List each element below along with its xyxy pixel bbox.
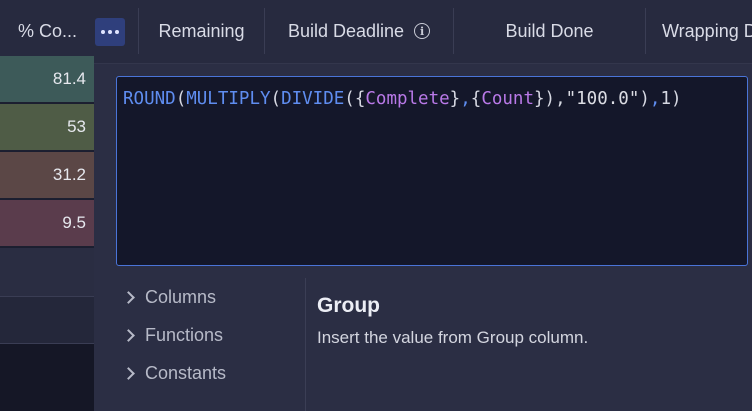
formula-reference-nav: Columns Functions Constants [116,278,306,411]
formula-token-col: Complete [365,89,450,109]
formula-token-p: { [470,89,482,109]
table-background [0,344,94,411]
cell-value: 31.2 [52,165,86,184]
table-cell-empty[interactable] [0,296,94,344]
column-header-label: Build Deadline [287,20,405,41]
formula-token-p: ( [270,89,282,109]
column-header-row: % Co... Remaining Build Deadline i Build… [0,0,752,64]
column-header-build-deadline[interactable]: Build Deadline i [265,8,454,54]
cell-value: 53 [67,117,86,136]
formula-token-p: } [449,89,461,109]
chevron-right-icon [122,366,135,380]
formula-token-fn: MULTIPLY [186,89,271,109]
formula-token-p: ({ [344,89,366,109]
formula-input[interactable]: ROUND(MULTIPLY(DIVIDE({Complete},{Count}… [116,76,748,266]
column-header-label: Build Done [505,20,594,41]
spreadsheet-view: % Co... Remaining Build Deadline i Build… [0,0,752,411]
formula-token-p: 1) [660,89,682,109]
column-header-build-done[interactable]: Build Done [454,8,646,54]
column-header-label: Wrapping D [662,20,752,41]
nav-item-label: Constants [145,362,227,383]
cell-value: 81.4 [52,69,86,88]
table-cell-percent[interactable]: 81.4 [0,56,94,103]
formula-token-col: Count [481,89,534,109]
column-header-wrapping-deadline[interactable]: Wrapping D [646,8,752,54]
table-cell-percent[interactable]: 53 [0,104,94,151]
chevron-right-icon [122,290,135,304]
column-header-label: Remaining [158,20,245,41]
nav-item-functions[interactable]: Functions [122,322,224,348]
ellipsis-icon [101,30,105,34]
cell-value: 9.5 [62,213,86,232]
formula-token-p: ) [639,89,650,109]
nav-item-constants[interactable]: Constants [122,360,227,386]
formula-token-fn: DIVIDE [281,89,345,109]
formula-token-fn: ROUND [123,89,176,109]
formula-token-str: "100.0" [565,89,640,109]
formula-token-p: ( [175,89,187,109]
detail-description: Insert the value from Group column. [317,328,589,347]
column-header-remaining[interactable]: Remaining [139,8,265,54]
column-header-label: % Co... [18,20,78,41]
formula-token-fn: , [460,89,471,109]
table-cell-percent[interactable]: 31.2 [0,152,94,199]
column-menu-button[interactable] [95,18,125,46]
nav-item-columns[interactable]: Columns [122,284,217,310]
detail-title: Group [317,294,380,317]
table-cell-empty[interactable] [0,248,94,296]
column-header-percent-complete[interactable]: % Co... [0,8,94,54]
formula-token-fn: , [649,89,661,109]
nav-item-label: Columns [145,286,217,307]
formula-token-p: }), [534,89,566,109]
reference-detail-panel: Group Insert the value from Group column… [317,294,737,348]
table-cell-percent[interactable]: 9.5 [0,200,94,247]
chevron-right-icon [122,328,135,342]
formula-editor-popup: ROUND(MULTIPLY(DIVIDE({Complete},{Count}… [94,64,752,411]
info-icon[interactable]: i [414,23,431,39]
nav-item-label: Functions [145,324,224,345]
